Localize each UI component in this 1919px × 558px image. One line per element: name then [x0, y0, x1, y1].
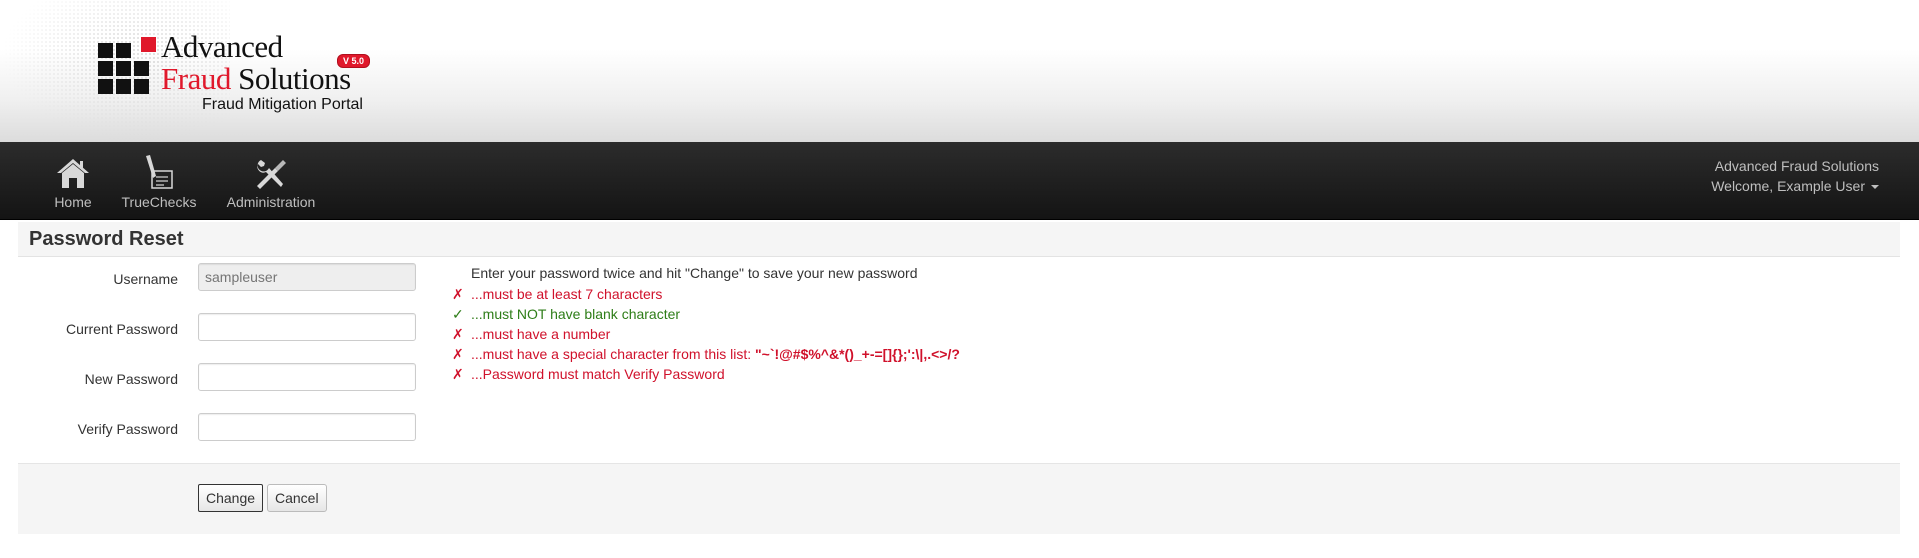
logo-text-solutions: Solutions	[230, 61, 351, 96]
nav-label-home: Home	[54, 194, 92, 210]
welcome-text: Welcome, Example User	[1711, 178, 1865, 194]
version-badge: V 5.0	[337, 54, 371, 68]
password-rules: Enter your password twice and hit "Chang…	[452, 264, 960, 384]
rule-text: ...Password must match Verify Password	[471, 366, 725, 382]
rule-number: ✗ ...must have a number	[452, 324, 960, 344]
logo-grid-icon	[98, 37, 156, 94]
nav-item-truechecks[interactable]: TrueChecks	[120, 154, 198, 210]
logo-text-line1: Advanced	[161, 29, 283, 64]
current-password-label: Current Password	[65, 321, 178, 337]
main-navbar: Home TrueChecks Administration Advanced …	[0, 142, 1919, 220]
rule-match: ✗ ...Password must match Verify Password	[452, 364, 960, 384]
rule-special-char: ✗ ...must have a special character from t…	[452, 344, 960, 364]
rule-text: ...must be at least 7 characters	[471, 286, 663, 302]
x-mark-icon: ✗	[452, 326, 464, 342]
logo-tagline: Fraud Mitigation Portal	[202, 96, 363, 113]
cancel-button[interactable]: Cancel	[267, 484, 327, 512]
x-mark-icon: ✗	[452, 366, 464, 382]
nav-item-administration[interactable]: Administration	[225, 154, 317, 210]
page-title: Password Reset	[29, 228, 184, 250]
title-bar: Password Reset	[18, 222, 1900, 257]
rule-min-length: ✗ ...must be at least 7 characters	[452, 284, 960, 304]
logo-text-fraud: Fraud	[161, 61, 231, 96]
wrench-screwdriver-icon	[225, 154, 317, 190]
change-button[interactable]: Change	[198, 484, 264, 512]
current-password-field[interactable]	[198, 313, 416, 341]
check-mark-icon: ✓	[452, 306, 464, 322]
nav-label-administration: Administration	[226, 194, 316, 210]
user-menu-dropdown[interactable]: Welcome, Example User	[1711, 176, 1879, 196]
rule-text: ...must have a special character from th…	[471, 346, 755, 362]
nav-label-truechecks: TrueChecks	[121, 194, 197, 210]
special-char-list: "~`!@#$%^&*()_+-=[]{};':\|,.<>/?	[755, 346, 960, 362]
username-label: Username	[113, 271, 178, 287]
rule-no-blank: ✓ ...must NOT have blank character	[452, 304, 960, 324]
x-mark-icon: ✗	[452, 286, 464, 302]
verify-password-label: Verify Password	[77, 421, 178, 437]
rules-intro: Enter your password twice and hit "Chang…	[471, 265, 918, 281]
company-name: Advanced Fraud Solutions	[1714, 158, 1879, 174]
check-writing-icon	[120, 154, 198, 190]
caret-down-icon	[1871, 185, 1879, 190]
house-icon	[53, 154, 93, 190]
user-info: Advanced Fraud Solutions Welcome, Exampl…	[1711, 156, 1879, 196]
page-header: Advanced Fraud Solutions V 5.0 Fraud Mit…	[0, 0, 1919, 142]
username-field[interactable]	[198, 263, 416, 291]
company-logo[interactable]: Advanced Fraud Solutions V 5.0 Fraud Mit…	[98, 29, 388, 122]
rule-text: ...must NOT have blank character	[471, 306, 681, 322]
nav-item-home[interactable]: Home	[53, 154, 93, 210]
verify-password-field[interactable]	[198, 413, 416, 441]
logo-text-line2: Fraud Solutions	[161, 61, 351, 97]
new-password-label: New Password	[84, 371, 178, 387]
new-password-field[interactable]	[198, 363, 416, 391]
form-actions: Change Cancel	[18, 463, 1900, 534]
rule-text: ...must have a number	[471, 326, 611, 342]
x-mark-icon: ✗	[452, 346, 464, 362]
